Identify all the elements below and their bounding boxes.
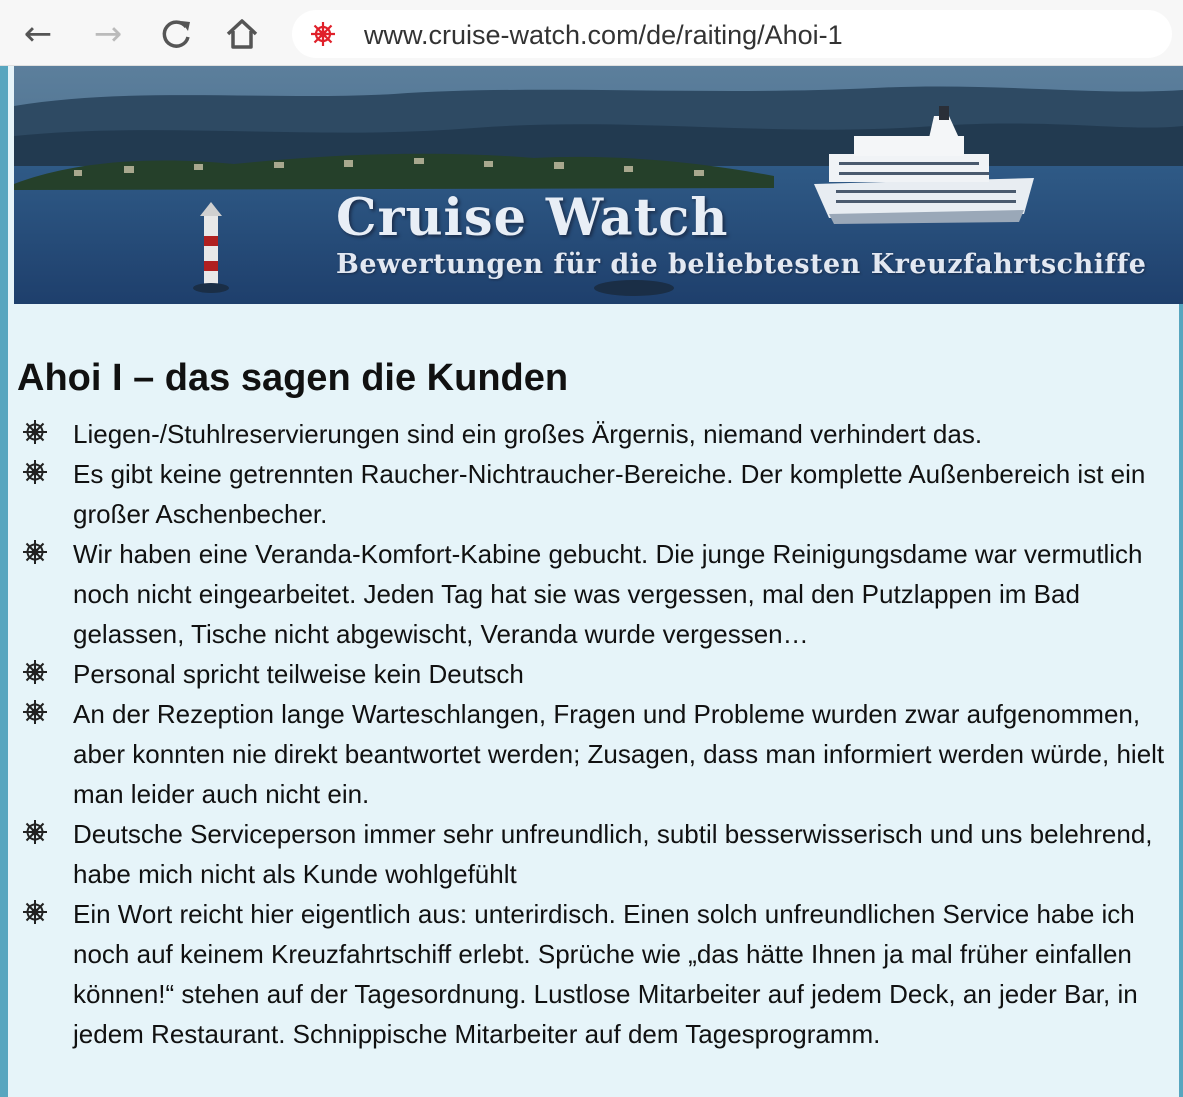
review-text: Liegen-/Stuhlreservierungen sind ein gro… [73, 419, 983, 449]
ship-wheel-icon [23, 820, 47, 844]
review-item: Wir haben eine Veranda-Komfort-Kabine ge… [17, 534, 1167, 654]
browser-toolbar: ← → www.cruise-watch.com/de/raiting/Ahoi… [0, 0, 1183, 66]
ship-wheel-icon [23, 900, 47, 924]
review-item: Liegen-/Stuhlreservierungen sind ein gro… [17, 414, 1167, 454]
review-text: Es gibt keine getrennten Raucher-Nichtra… [73, 459, 1146, 529]
review-text: Personal spricht teilweise kein Deutsch [73, 659, 524, 689]
review-item: An der Rezeption lange Warteschlangen, F… [17, 694, 1167, 814]
reload-icon[interactable] [156, 14, 196, 54]
ship-wheel-icon [23, 540, 47, 564]
review-list: Liegen-/Stuhlreservierungen sind ein gro… [17, 414, 1167, 1054]
review-text: An der Rezeption lange Warteschlangen, F… [73, 699, 1165, 809]
home-icon[interactable] [222, 14, 262, 54]
ship-wheel-icon [23, 420, 47, 444]
review-text: Ein Wort reicht hier eigentlich aus: unt… [73, 899, 1138, 1049]
site-favicon [311, 22, 335, 46]
back-arrow-icon[interactable]: ← [18, 14, 58, 54]
review-item: Es gibt keine getrennten Raucher-Nichtra… [17, 454, 1167, 534]
review-item: Personal spricht teilweise kein Deutsch [17, 654, 1167, 694]
review-text: Wir haben eine Veranda-Komfort-Kabine ge… [73, 539, 1143, 649]
page-title: Ahoi I – das sagen die Kunden [17, 357, 569, 399]
forward-arrow-icon[interactable]: → [88, 14, 128, 54]
address-bar[interactable]: www.cruise-watch.com/de/raiting/Ahoi-1 [292, 10, 1172, 58]
ship-wheel-icon [23, 660, 47, 684]
site-title: Cruise Watch [336, 188, 729, 248]
header-banner: Cruise Watch Bewertungen für die beliebt… [14, 66, 1183, 304]
review-item: Deutsche Serviceperson immer sehr unfreu… [17, 814, 1167, 894]
site-subtitle: Bewertungen für die beliebtesten Kreuzfa… [336, 249, 1147, 280]
main-content: Ahoi I – das sagen die Kunden Liegen-/St… [17, 356, 1167, 1054]
review-text: Deutsche Serviceperson immer sehr unfreu… [73, 819, 1153, 889]
ship-wheel-icon [23, 460, 47, 484]
review-item: Ein Wort reicht hier eigentlich aus: unt… [17, 894, 1167, 1054]
url-text[interactable]: www.cruise-watch.com/de/raiting/Ahoi-1 [364, 20, 843, 51]
ship-wheel-icon [23, 700, 47, 724]
